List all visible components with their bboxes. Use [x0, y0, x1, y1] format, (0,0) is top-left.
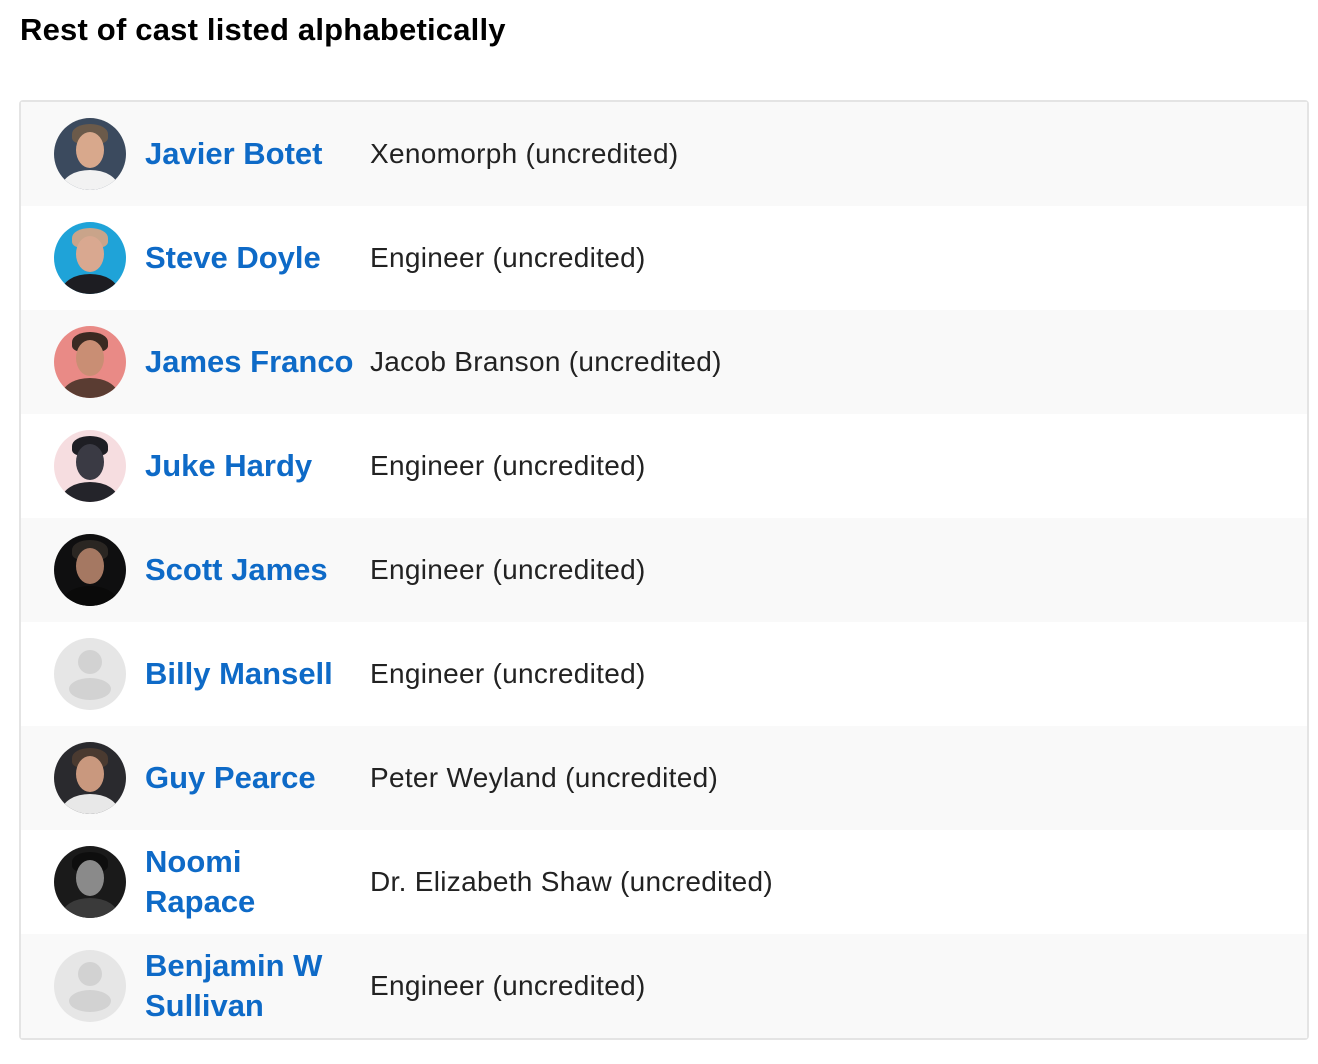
cast-list: Javier Botet Xenomorph (uncredited) Stev…	[19, 100, 1309, 1040]
cast-row: Noomi Rapace Dr. Elizabeth Shaw (uncredi…	[21, 830, 1307, 934]
character-name: Xenomorph (uncredited)	[370, 138, 679, 169]
cast-row: James Franco Jacob Branson (uncredited)	[21, 310, 1307, 414]
avatar[interactable]	[54, 326, 126, 398]
character-name: Peter Weyland (uncredited)	[370, 762, 719, 793]
avatar[interactable]	[54, 534, 126, 606]
avatar[interactable]	[54, 430, 126, 502]
actor-link[interactable]: Steve Doyle	[145, 238, 357, 278]
avatar[interactable]	[54, 118, 126, 190]
section-heading: Rest of cast listed alphabetically	[20, 12, 506, 47]
cast-row: Scott James Engineer (uncredited)	[21, 518, 1307, 622]
cast-row: Benjamin W Sullivan Engineer (uncredited…	[21, 934, 1307, 1038]
character-name: Engineer (uncredited)	[370, 658, 646, 689]
character-name: Dr. Elizabeth Shaw (uncredited)	[370, 866, 774, 897]
avatar-placeholder-icon[interactable]	[54, 950, 126, 1022]
character-name: Engineer (uncredited)	[370, 242, 646, 273]
character-name: Engineer (uncredited)	[370, 554, 646, 585]
actor-link[interactable]: Guy Pearce	[145, 758, 357, 798]
actor-link[interactable]: Scott James	[145, 550, 357, 590]
cast-row: Juke Hardy Engineer (uncredited)	[21, 414, 1307, 518]
actor-link[interactable]: Juke Hardy	[145, 446, 357, 486]
actor-link[interactable]: Billy Mansell	[145, 654, 357, 694]
cast-row: Javier Botet Xenomorph (uncredited)	[21, 102, 1307, 206]
actor-link[interactable]: James Franco	[145, 342, 357, 382]
cast-row: Steve Doyle Engineer (uncredited)	[21, 206, 1307, 310]
character-name: Engineer (uncredited)	[370, 450, 646, 481]
cast-row: Guy Pearce Peter Weyland (uncredited)	[21, 726, 1307, 830]
avatar[interactable]	[54, 846, 126, 918]
actor-link[interactable]: Noomi Rapace	[145, 842, 357, 922]
cast-row: Billy Mansell Engineer (uncredited)	[21, 622, 1307, 726]
character-name: Jacob Branson (uncredited)	[370, 346, 722, 377]
avatar[interactable]	[54, 222, 126, 294]
actor-link[interactable]: Benjamin W Sullivan	[145, 946, 357, 1026]
avatar-placeholder-icon[interactable]	[54, 638, 126, 710]
character-name: Engineer (uncredited)	[370, 970, 646, 1001]
avatar[interactable]	[54, 742, 126, 814]
actor-link[interactable]: Javier Botet	[145, 134, 357, 174]
